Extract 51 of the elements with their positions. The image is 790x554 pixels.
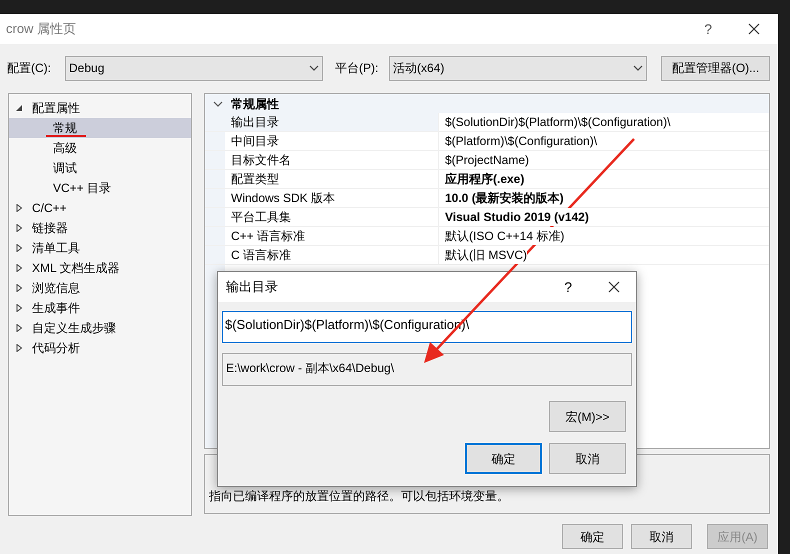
platform-dropdown[interactable]: 活动(x64)	[389, 56, 647, 80]
dialog-title: 输出目录	[226, 278, 279, 296]
underline-mark	[46, 135, 86, 137]
tree-item[interactable]: 浏览信息	[32, 279, 80, 297]
tree-item[interactable]: 链接器	[32, 219, 68, 237]
property-value: 默认(ISO C++14 标准)	[445, 227, 564, 245]
chevron-down-icon	[309, 65, 319, 71]
chevron-down-icon[interactable]	[213, 100, 223, 106]
collapsed-triangle-icon[interactable]	[15, 224, 23, 232]
category-header: 常规属性	[231, 96, 279, 112]
tree-item[interactable]: 常规	[9, 118, 191, 138]
tree-item[interactable]: C/C++	[32, 199, 67, 217]
collapsed-triangle-icon[interactable]	[15, 304, 23, 312]
config-label: 配置(C):	[7, 60, 52, 77]
property-value: Visual Studio 2019 (v142)	[445, 208, 589, 226]
tree-item[interactable]: XML 文档生成器	[32, 259, 120, 277]
tree-item[interactable]: 清单工具	[32, 239, 80, 257]
help-button[interactable]: ?	[704, 18, 712, 40]
tree-item[interactable]: 代码分析	[32, 339, 80, 357]
window-title: crow 属性页	[6, 20, 78, 38]
collapsed-triangle-icon[interactable]	[15, 264, 23, 272]
collapsed-triangle-icon[interactable]	[15, 324, 23, 332]
close-icon[interactable]	[608, 281, 620, 293]
expanded-triangle-icon[interactable]	[15, 104, 23, 112]
help-button[interactable]: ?	[564, 276, 572, 298]
tree-item[interactable]: VC++ 目录	[9, 178, 191, 198]
collapsed-triangle-icon[interactable]	[15, 284, 23, 292]
chevron-down-icon	[633, 65, 643, 71]
tree-item[interactable]: 调试	[9, 158, 191, 178]
description-text: 指向已编译程序的放置位置的路径。可以包括环境变量。	[209, 489, 509, 503]
footer-button[interactable]: 取消	[631, 524, 692, 549]
platform-label: 平台(P):	[335, 60, 380, 77]
property-value: 默认(旧 MSVC)	[445, 246, 527, 264]
tree-item[interactable]: 生成事件	[32, 299, 80, 317]
config-dropdown[interactable]: Debug	[65, 56, 323, 80]
evaluated-value-field: E:\work\crow - 副本\x64\Debug\	[222, 353, 632, 386]
property-value: 应用程序(.exe)	[445, 170, 524, 188]
footer-button[interactable]: 确定	[562, 524, 623, 549]
property-value: 10.0 (最新安装的版本)	[445, 189, 564, 207]
collapsed-triangle-icon[interactable]	[15, 204, 23, 212]
dialog-button[interactable]: 取消	[549, 443, 626, 474]
close-icon[interactable]	[748, 23, 760, 35]
collapsed-triangle-icon[interactable]	[15, 344, 23, 352]
macro-button[interactable]: 宏(M)>>	[549, 401, 626, 432]
tree-item[interactable]: 自定义生成步骤	[32, 319, 116, 337]
tree-item[interactable]: 配置属性	[32, 99, 80, 117]
collapsed-triangle-icon[interactable]	[15, 244, 23, 252]
config-manager-button[interactable]: 配置管理器(O)...	[661, 56, 770, 80]
property-name[interactable]: 输出目录	[225, 113, 439, 131]
tree-item[interactable]: 高级	[9, 138, 191, 158]
dialog-button[interactable]: 确定	[465, 443, 542, 474]
